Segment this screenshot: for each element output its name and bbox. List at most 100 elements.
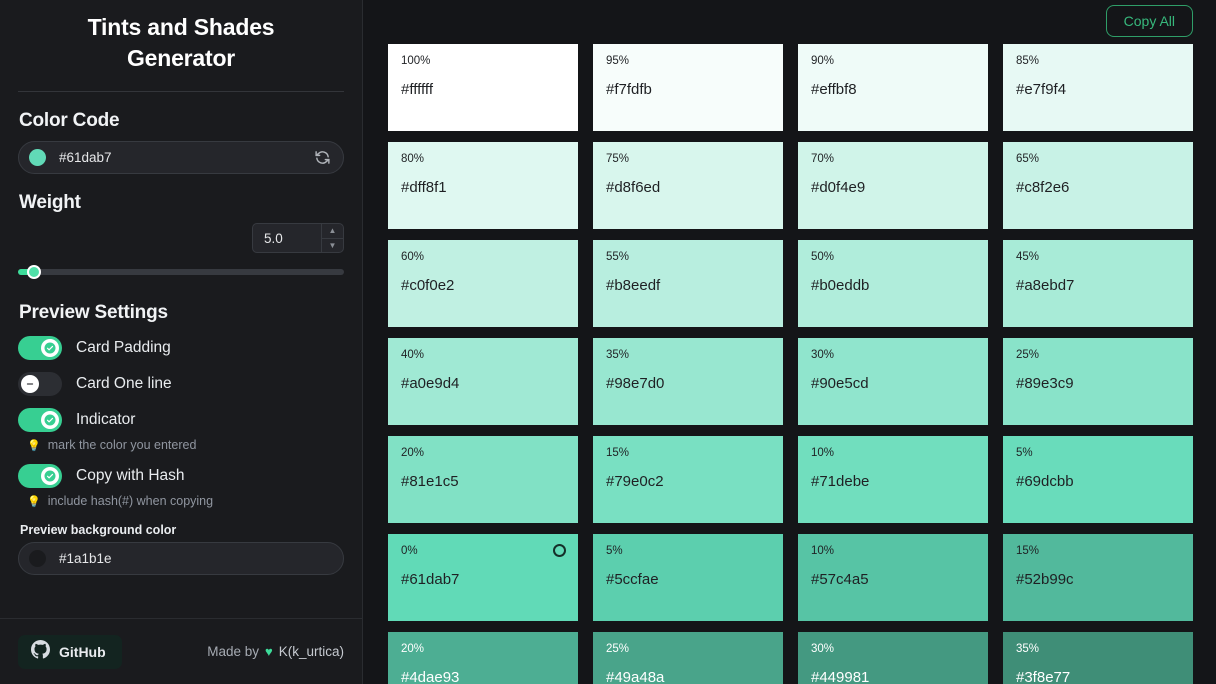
toggle-switch[interactable]	[18, 408, 62, 432]
weight-stepper[interactable]: ▲ ▼	[321, 224, 343, 252]
card-hex: #dff8f1	[401, 179, 447, 196]
card-percent: 25%	[606, 643, 630, 655]
sidebar-divider-top	[18, 91, 344, 92]
card-percent: 20%	[401, 643, 425, 655]
toggle-row-card-one-line[interactable]: Card One line	[18, 372, 344, 396]
toggle-hint: 💡 mark the color you entered	[18, 438, 344, 452]
color-card[interactable]: 45% #a8ebd7	[1003, 240, 1193, 327]
app-root: Tints and Shades Generator Color Code #6…	[0, 0, 1216, 684]
color-card[interactable]: 100% #ffffff	[388, 44, 578, 131]
github-icon	[31, 639, 50, 664]
color-card[interactable]: 55% #b8eedf	[593, 240, 783, 327]
preview-bg-value: #1a1b1e	[59, 551, 112, 566]
color-card[interactable]: 75% #d8f6ed	[593, 142, 783, 229]
weight-slider-thumb[interactable]	[27, 265, 42, 279]
color-card[interactable]: 90% #effbf8	[798, 44, 988, 131]
weight-slider-track[interactable]	[18, 269, 344, 275]
toggle-switch[interactable]	[18, 372, 62, 396]
color-card[interactable]: 35% #3f8e77	[1003, 632, 1193, 684]
color-swatch[interactable]	[29, 149, 46, 166]
color-card[interactable]: 25% #89e3c9	[1003, 338, 1193, 425]
heart-icon: ♥	[265, 644, 273, 659]
color-card[interactable]: 10% #71debe	[798, 436, 988, 523]
color-card[interactable]: 25% #49a48a	[593, 632, 783, 684]
card-percent: 25%	[1016, 349, 1040, 361]
card-hex: #3f8e77	[1016, 669, 1071, 684]
color-card[interactable]: 10% #57c4a5	[798, 534, 988, 621]
card-percent: 50%	[811, 251, 835, 263]
card-hex: #d8f6ed	[606, 179, 661, 196]
color-card[interactable]: 60% #c0f0e2	[388, 240, 578, 327]
preview-bg-input[interactable]: #1a1b1e	[18, 542, 344, 575]
toggle-label: Card One line	[76, 375, 172, 392]
card-percent: 100%	[401, 55, 431, 67]
page-title: Tints and Shades Generator	[87, 14, 275, 71]
color-code-input[interactable]: #61dab7	[18, 141, 344, 174]
preview-bg-label: Preview background color	[20, 523, 177, 537]
color-card[interactable]: 70% #d0f4e9	[798, 142, 988, 229]
stepper-down-icon[interactable]: ▼	[322, 239, 343, 253]
toggle-label: Card Padding	[76, 339, 171, 356]
color-card[interactable]: 95% #f7fdfb	[593, 44, 783, 131]
toggle-knob-icon	[41, 467, 59, 485]
github-label: GitHub	[59, 643, 106, 660]
color-card[interactable]: 85% #e7f9f4	[1003, 44, 1193, 131]
card-percent: 40%	[401, 349, 425, 361]
stepper-up-icon[interactable]: ▲	[322, 224, 343, 239]
card-hex: #71debe	[811, 473, 870, 490]
sidebar-content: Tints and Shades Generator Color Code #6…	[0, 0, 362, 618]
color-card[interactable]: 50% #b0eddb	[798, 240, 988, 327]
copy-all-button[interactable]: Copy All	[1105, 5, 1193, 37]
color-card[interactable]: 35% #98e7d0	[593, 338, 783, 425]
copy-all-wrap: Copy All	[1105, 5, 1193, 37]
weight-slider[interactable]	[18, 264, 344, 280]
toggle-label: Indicator	[76, 411, 136, 428]
card-hex: #a0e9d4	[401, 375, 460, 392]
weight-label: Weight	[19, 192, 81, 213]
color-card[interactable]: 15% #79e0c2	[593, 436, 783, 523]
card-hex: #79e0c2	[606, 473, 664, 490]
color-card[interactable]: 15% #52b99c	[1003, 534, 1193, 621]
color-card[interactable]: 30% #449981	[798, 632, 988, 684]
card-hex: #5ccfae	[606, 571, 659, 588]
toggle-knob-icon	[21, 375, 39, 393]
toggle-row-copy-with-hash[interactable]: Copy with Hash	[18, 464, 344, 488]
card-hex: #52b99c	[1016, 571, 1074, 588]
color-card[interactable]: 30% #90e5cd	[798, 338, 988, 425]
card-percent: 10%	[811, 447, 835, 459]
weight-value: 5.0	[264, 230, 283, 246]
github-button[interactable]: GitHub	[18, 634, 122, 669]
color-card[interactable]: 40% #a0e9d4	[388, 338, 578, 425]
card-percent: 35%	[606, 349, 630, 361]
toggle-row-card-padding[interactable]: Card Padding	[18, 336, 344, 360]
card-hex: #57c4a5	[811, 571, 869, 588]
toggle-hint: 💡 include hash(#) when copying	[18, 494, 344, 508]
toggle-switch[interactable]	[18, 464, 62, 488]
card-percent: 10%	[811, 545, 835, 557]
color-card[interactable]: 20% #81e1c5	[388, 436, 578, 523]
color-card[interactable]: 20% #4dae93	[388, 632, 578, 684]
card-percent: 70%	[811, 153, 835, 165]
color-card[interactable]: 0% #61dab7	[388, 534, 578, 621]
sidebar-footer: GitHub Made by ♥ K(k_urtica)	[0, 618, 362, 684]
color-card[interactable]: 5% #5ccfae	[593, 534, 783, 621]
color-card[interactable]: 80% #dff8f1	[388, 142, 578, 229]
toggle-knob-icon	[41, 411, 59, 429]
weight-number-input[interactable]: 5.0 ▲ ▼	[252, 223, 344, 253]
refresh-icon[interactable]	[314, 149, 331, 166]
card-percent: 5%	[606, 545, 623, 557]
color-card-grid: 100% #ffffff 95% #f7fdfb 90% #effbf8 85% #e7f9f…	[388, 44, 1194, 684]
preview-bg-swatch[interactable]	[29, 550, 46, 567]
card-percent: 30%	[811, 643, 835, 655]
made-by: Made by ♥ K(k_urtica)	[207, 644, 344, 659]
author-name[interactable]: K(k_urtica)	[279, 644, 344, 659]
made-by-prefix: Made by	[207, 644, 260, 659]
weight-number-row: 5.0 ▲ ▼	[18, 223, 344, 253]
toggle-switch[interactable]	[18, 336, 62, 360]
card-hex: #69dcbb	[1016, 473, 1074, 490]
card-hex: #a8ebd7	[1016, 277, 1075, 294]
color-card[interactable]: 65% #c8f2e6	[1003, 142, 1193, 229]
preview-settings-label: Preview Settings	[19, 302, 168, 323]
toggle-row-indicator[interactable]: Indicator	[18, 408, 344, 432]
color-card[interactable]: 5% #69dcbb	[1003, 436, 1193, 523]
